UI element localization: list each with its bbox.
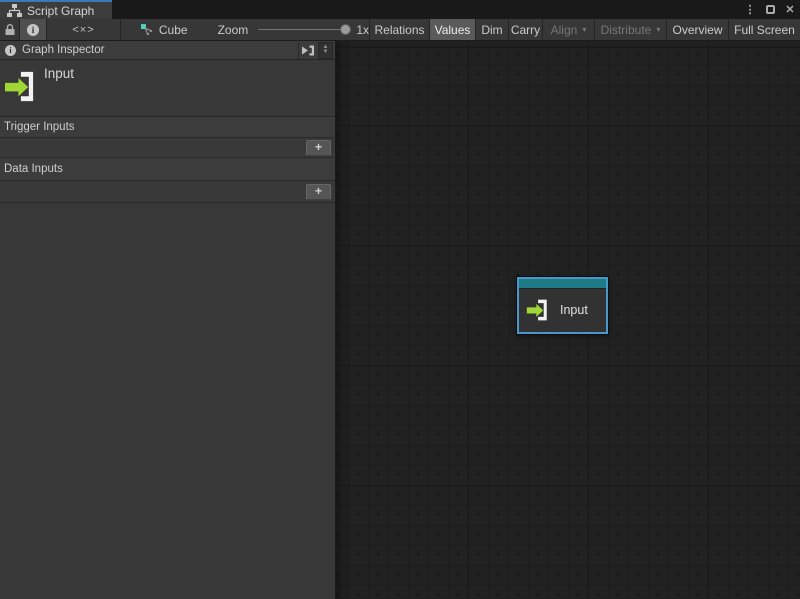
distribute-label: Distribute [601, 23, 652, 37]
tab-script-graph[interactable]: Script Graph [0, 0, 112, 19]
carry-button[interactable]: Carry [509, 19, 542, 40]
selected-node-preview: Input [0, 60, 335, 117]
add-data-input-button[interactable]: + [306, 184, 331, 200]
overview-button[interactable]: Overview [667, 19, 728, 40]
tab-label: Script Graph [27, 4, 94, 18]
zoom-slider-thumb[interactable] [340, 24, 351, 35]
distribute-button[interactable]: Distribute ▾ [595, 19, 666, 40]
chevron-down-icon: ▾ [582, 25, 586, 34]
window-controls: ⋮ ✕ [743, 0, 797, 19]
input-node-icon [5, 68, 38, 105]
close-icon[interactable]: ✕ [783, 2, 797, 17]
info-icon: i [27, 24, 39, 36]
input-node-header[interactable] [519, 279, 606, 289]
code-icon: <×> [72, 24, 94, 36]
graph-inspector-panel: i Graph Inspector ▲ ▼ Input Trigger Inpu… [0, 41, 336, 599]
chevron-down-icon: ▾ [656, 25, 660, 34]
input-node-title: Input [560, 303, 588, 317]
data-inputs-header: Data Inputs [0, 158, 335, 181]
code-preview-button[interactable]: <×> [47, 19, 120, 40]
graph-breadcrumb[interactable]: Cube [159, 23, 188, 37]
graph-hierarchy-icon [7, 4, 22, 17]
dim-button[interactable]: Dim [476, 19, 508, 40]
expand-inspector-button[interactable] [298, 42, 316, 59]
selected-node-title: Input [44, 66, 74, 81]
zoom-label: Zoom [218, 23, 249, 37]
align-button[interactable]: Align ▾ [543, 19, 594, 40]
lock-icon [4, 23, 16, 36]
maximize-icon[interactable] [763, 2, 777, 17]
graph-inspector-title: Graph Inspector [22, 44, 298, 56]
graph-breadcrumb-zoom-cell: Cube Zoom 1x [121, 19, 369, 40]
window-menu-icon[interactable]: ⋮ [743, 2, 757, 17]
title-bar: Script Graph ⋮ ✕ [0, 0, 800, 19]
add-trigger-input-button[interactable]: + [306, 140, 331, 156]
lock-button[interactable] [0, 19, 19, 40]
info-icon: i [5, 45, 16, 56]
graph-toolbar: i <×> Cube Zoom 1x Relations Values Dim … [0, 19, 800, 41]
zoom-slider[interactable] [258, 29, 347, 30]
inspector-toggle-button[interactable]: i [20, 19, 46, 40]
graph-canvas[interactable]: Input [337, 41, 800, 599]
values-button[interactable]: Values [430, 19, 475, 40]
data-inputs-label: Data Inputs [4, 163, 63, 175]
graph-asset-icon [141, 24, 153, 36]
inspector-scrubber[interactable]: ▲ ▼ [318, 42, 333, 59]
full-screen-button[interactable]: Full Screen [729, 19, 800, 40]
align-label: Align [551, 23, 578, 37]
input-node[interactable]: Input [517, 277, 608, 334]
expand-icon [301, 44, 315, 57]
arrow-down-icon: ▼ [323, 50, 329, 55]
zoom-value: 1x [356, 23, 369, 37]
graph-inspector-header: i Graph Inspector ▲ ▼ [0, 41, 335, 60]
input-node-body: Input [519, 289, 606, 331]
trigger-inputs-list: + [0, 138, 335, 158]
relations-button[interactable]: Relations [370, 19, 429, 40]
trigger-inputs-header: Trigger Inputs [0, 117, 335, 138]
script-graph-window: Script Graph ⋮ ✕ i <×> [0, 0, 800, 599]
trigger-inputs-label: Trigger Inputs [4, 121, 75, 133]
data-inputs-list: + [0, 181, 335, 203]
inspector-empty-area [0, 203, 335, 599]
input-node-icon [526, 297, 551, 323]
